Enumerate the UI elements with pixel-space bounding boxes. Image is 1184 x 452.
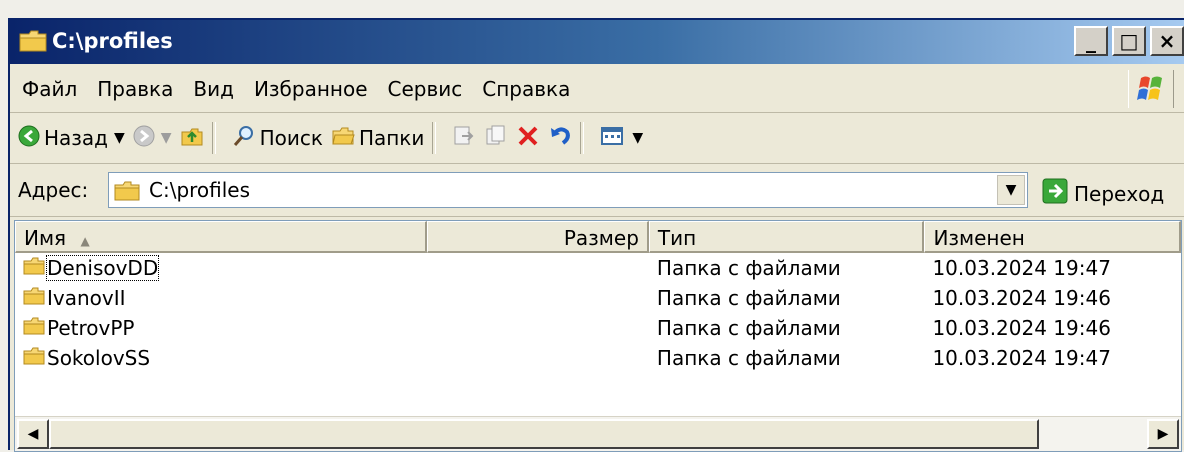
toolbar-separator bbox=[432, 122, 437, 154]
address-value: C:\profiles bbox=[149, 178, 251, 202]
list-item[interactable]: SokolovSS Папка с файлами 10.03.2024 19:… bbox=[15, 343, 1181, 373]
file-type: Папка с файлами bbox=[656, 316, 841, 340]
close-button[interactable]: × bbox=[1150, 26, 1184, 56]
search-button[interactable]: Поиск bbox=[232, 124, 323, 153]
file-name-cell: DenisovDD bbox=[15, 255, 427, 281]
folder-icon bbox=[23, 316, 45, 340]
scroll-thumb[interactable] bbox=[49, 419, 1039, 449]
undo-icon bbox=[548, 124, 572, 153]
go-button[interactable]: Переход bbox=[1042, 178, 1164, 209]
list-item[interactable]: PetrovPP Папка с файлами 10.03.2024 19:4… bbox=[15, 313, 1181, 343]
file-name-cell: IvanovII bbox=[15, 286, 427, 310]
menu-bar: Файл Правка Вид Избранное Сервис Справка bbox=[10, 66, 1184, 113]
views-button[interactable]: ▼ bbox=[600, 125, 643, 152]
views-icon bbox=[600, 125, 626, 152]
column-type-label: Тип bbox=[657, 226, 697, 250]
folder-icon bbox=[18, 28, 48, 54]
window-controls: _ □ × bbox=[1074, 26, 1184, 58]
file-name: DenisovDD bbox=[45, 255, 160, 281]
menu-tools[interactable]: Сервис bbox=[388, 77, 463, 101]
file-type: Папка с файлами bbox=[656, 256, 841, 280]
column-name-label: Имя bbox=[24, 226, 67, 250]
minimize-button[interactable]: _ bbox=[1074, 26, 1108, 56]
file-name: IvanovII bbox=[47, 286, 126, 310]
address-label: Адрес: bbox=[18, 178, 89, 202]
copy-to-icon bbox=[484, 124, 508, 153]
explorer-window: C:\profiles _ □ × Файл Правка Вид Избран… bbox=[8, 18, 1184, 452]
file-modified: 10.03.2024 19:47 bbox=[932, 346, 1111, 370]
file-name: PetrovPP bbox=[47, 316, 135, 340]
copy-to-button[interactable] bbox=[484, 124, 508, 153]
file-type: Папка с файлами bbox=[656, 286, 841, 310]
move-to-button[interactable] bbox=[452, 124, 476, 153]
forward-arrow-icon bbox=[133, 125, 155, 152]
folders-icon bbox=[331, 125, 355, 152]
menu-edit[interactable]: Правка bbox=[97, 77, 173, 101]
menu-favorites[interactable]: Избранное bbox=[254, 77, 368, 101]
move-to-icon bbox=[452, 124, 476, 153]
search-icon bbox=[232, 124, 256, 153]
folders-label: Папки bbox=[358, 126, 425, 150]
horizontal-scrollbar[interactable]: ◀ ▶ bbox=[15, 416, 1181, 451]
folder-icon bbox=[113, 179, 141, 208]
search-label: Поиск bbox=[259, 126, 323, 150]
list-item[interactable]: IvanovII Папка с файлами 10.03.2024 19:4… bbox=[15, 283, 1181, 313]
file-rows: DenisovDD Папка с файлами 10.03.2024 19:… bbox=[15, 253, 1181, 373]
window-title: C:\profiles bbox=[52, 29, 173, 53]
toolbar-separator bbox=[211, 122, 216, 154]
menu-view[interactable]: Вид bbox=[193, 77, 234, 101]
column-size-label: Размер bbox=[563, 226, 639, 250]
column-header-type[interactable]: Тип bbox=[648, 221, 925, 253]
back-button[interactable]: Назад ▼ bbox=[18, 125, 125, 152]
folder-icon bbox=[23, 286, 45, 310]
file-type: Папка с файлами bbox=[656, 346, 841, 370]
address-dropdown-button[interactable]: ▼ bbox=[997, 175, 1025, 205]
back-arrow-icon bbox=[18, 125, 40, 152]
scroll-left-button[interactable]: ◀ bbox=[17, 419, 49, 449]
file-name-cell: SokolovSS bbox=[15, 346, 427, 370]
back-label: Назад bbox=[44, 126, 109, 150]
go-arrow-icon bbox=[1042, 178, 1068, 209]
delete-icon bbox=[516, 124, 540, 153]
file-modified: 10.03.2024 19:47 bbox=[932, 256, 1111, 280]
delete-button[interactable] bbox=[516, 124, 540, 153]
sort-ascending-icon: ▲ bbox=[80, 234, 90, 248]
menu-file[interactable]: Файл bbox=[22, 77, 77, 101]
windows-logo-icon bbox=[1128, 70, 1174, 108]
list-header: Имя ▲ Размер Тип Изменен bbox=[15, 221, 1181, 253]
menu-help[interactable]: Справка bbox=[482, 77, 570, 101]
scroll-right-button[interactable]: ▶ bbox=[1147, 419, 1179, 449]
forward-button[interactable]: ▼ bbox=[133, 125, 172, 152]
file-modified: 10.03.2024 19:46 bbox=[932, 286, 1111, 310]
go-label: Переход bbox=[1074, 181, 1165, 206]
file-list: Имя ▲ Размер Тип Изменен DenisovDD Папка… bbox=[14, 220, 1182, 452]
folders-button[interactable]: Папки bbox=[331, 125, 424, 152]
address-bar: Адрес: C:\profiles ▼ Переход bbox=[10, 164, 1184, 217]
views-dropdown-icon[interactable]: ▼ bbox=[632, 130, 643, 146]
column-header-name[interactable]: Имя ▲ bbox=[15, 221, 428, 253]
title-bar[interactable]: C:\profiles _ □ × bbox=[10, 20, 1184, 64]
forward-dropdown-icon[interactable]: ▼ bbox=[161, 130, 172, 146]
file-name: SokolovSS bbox=[47, 346, 151, 370]
maximize-button[interactable]: □ bbox=[1112, 26, 1146, 56]
address-input[interactable]: C:\profiles ▼ bbox=[108, 172, 1028, 208]
file-modified: 10.03.2024 19:46 bbox=[932, 316, 1111, 340]
folder-icon bbox=[23, 346, 45, 370]
up-folder-icon bbox=[180, 124, 204, 153]
undo-button[interactable] bbox=[548, 124, 572, 153]
up-button[interactable] bbox=[180, 124, 204, 153]
column-modified-label: Изменен bbox=[933, 226, 1025, 250]
back-dropdown-icon[interactable]: ▼ bbox=[114, 130, 125, 146]
column-header-size[interactable]: Размер bbox=[427, 221, 649, 253]
list-item[interactable]: DenisovDD Папка с файлами 10.03.2024 19:… bbox=[15, 253, 1181, 283]
file-name-cell: PetrovPP bbox=[15, 316, 427, 340]
toolbar-separator bbox=[580, 122, 585, 154]
toolbar: Назад ▼ ▼ Поиск Папки ▼ bbox=[10, 113, 1184, 164]
column-header-modified[interactable]: Изменен bbox=[924, 221, 1181, 253]
folder-icon bbox=[23, 256, 45, 280]
